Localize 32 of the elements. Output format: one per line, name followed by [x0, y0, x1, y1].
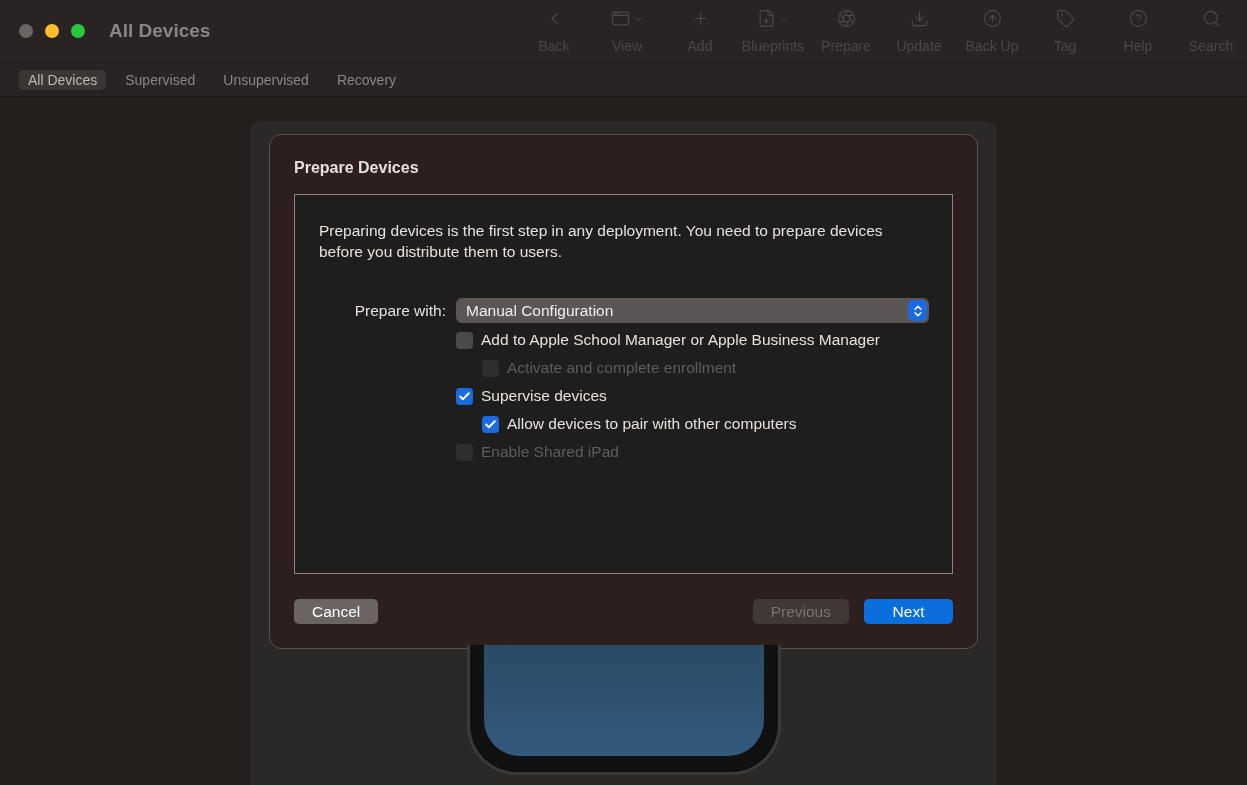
search-icon — [1201, 9, 1221, 28]
checkmark-icon — [484, 417, 497, 431]
checkmark-icon — [458, 389, 471, 403]
popup-menu[interactable]: Manual Configuration — [456, 298, 929, 323]
minimize-window-button[interactable] — [45, 24, 59, 38]
checkbox-label: Activate and complete enrollment — [507, 359, 737, 377]
checkbox-label: Add to Apple School Manager or Apple Business Manager — [481, 331, 880, 349]
field-label: Prepare with: — [353, 301, 447, 320]
window-title: All Devices — [109, 20, 211, 42]
scope-tab[interactable]: Recovery — [327, 69, 406, 90]
help-icon — [1128, 9, 1148, 28]
checkbox-label: Supervise devices — [481, 387, 607, 405]
upload-circle-icon — [982, 9, 1002, 28]
dialog-button[interactable]: Cancel — [294, 599, 379, 624]
dialog-button[interactable]: Next — [864, 599, 953, 624]
scope-tab[interactable]: Unsupervised — [214, 69, 318, 90]
download-icon — [909, 9, 929, 28]
window-icon — [610, 9, 630, 28]
checkbox-label: Enable Shared iPad — [481, 443, 619, 461]
description-text: Preparing devices is the first step in any deployment. You need to prepare devices before you distribute them to users. — [319, 221, 884, 262]
checkbox[interactable] — [482, 415, 499, 433]
scope-tab[interactable]: Supervised — [116, 69, 205, 90]
zoom-window-button[interactable] — [71, 24, 85, 38]
scope-tab[interactable]: All Devices — [19, 69, 107, 90]
checkbox[interactable] — [456, 331, 473, 349]
close-window-button[interactable] — [19, 24, 33, 38]
aperture-icon — [836, 9, 856, 28]
checkbox[interactable] — [456, 387, 473, 405]
checkbox-label: Allow devices to pair with other computers — [507, 415, 797, 433]
tag-icon — [1055, 9, 1075, 28]
sheet-title: Prepare Devices — [294, 159, 420, 177]
up-down-chevron-icon — [908, 300, 927, 321]
